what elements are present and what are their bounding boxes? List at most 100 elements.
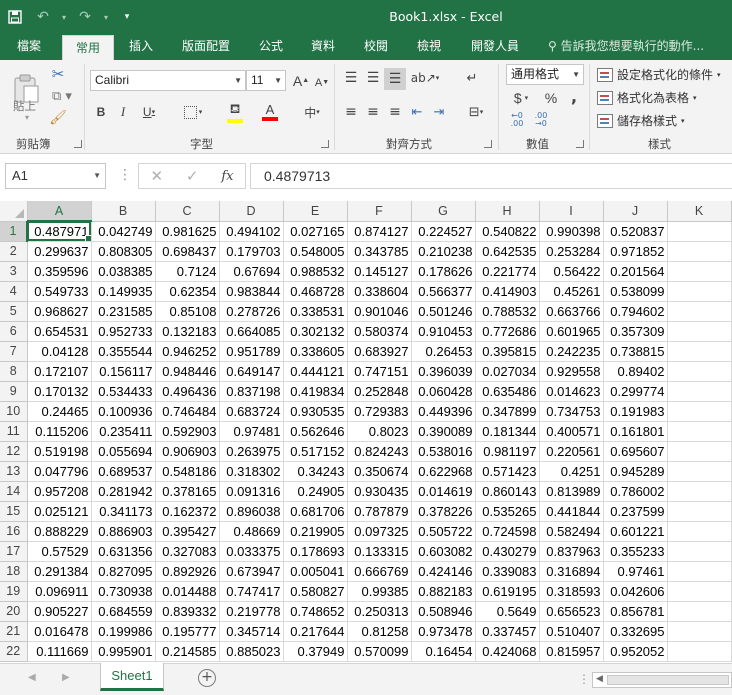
cell-j18[interactable]: 0.97461 (603, 561, 668, 582)
cell-k22[interactable] (667, 641, 732, 662)
name-box[interactable]: A1 ▼ (5, 163, 106, 189)
cell-c15[interactable]: 0.162372 (155, 501, 220, 522)
cell-j4[interactable]: 0.538099 (603, 281, 668, 302)
cell-d18[interactable]: 0.673947 (219, 561, 284, 582)
merge-center-button[interactable]: ⊟ ▾ (462, 102, 490, 122)
cell-g7[interactable]: 0.26453 (411, 341, 476, 362)
column-header-k[interactable]: K (667, 201, 732, 222)
cell-b8[interactable]: 0.156117 (91, 361, 156, 382)
phonetic-button[interactable]: 中 ▾ (297, 102, 327, 122)
cell-i6[interactable]: 0.601965 (539, 321, 604, 342)
cell-f14[interactable]: 0.930435 (347, 481, 412, 502)
cell-j3[interactable]: 0.201564 (603, 261, 668, 282)
column-header-h[interactable]: H (475, 201, 540, 222)
column-header-d[interactable]: D (219, 201, 284, 222)
cell-d12[interactable]: 0.263975 (219, 441, 284, 462)
borders-button[interactable]: ▾ (178, 102, 208, 122)
font-launcher[interactable] (321, 140, 329, 148)
cell-h22[interactable]: 0.424068 (475, 641, 540, 662)
cell-d8[interactable]: 0.649147 (219, 361, 284, 382)
cell-g13[interactable]: 0.622968 (411, 461, 476, 482)
cell-k9[interactable] (667, 381, 732, 402)
cell-c7[interactable]: 0.946252 (155, 341, 220, 362)
cell-c3[interactable]: 0.7124 (155, 261, 220, 282)
cell-g15[interactable]: 0.378226 (411, 501, 476, 522)
cell-e21[interactable]: 0.217644 (283, 621, 348, 642)
cell-g12[interactable]: 0.538016 (411, 441, 476, 462)
tab-page-layout[interactable]: 版面配置 (172, 34, 240, 60)
cell-i1[interactable]: 0.990398 (539, 221, 604, 242)
cell-f7[interactable]: 0.683927 (347, 341, 412, 362)
row-header[interactable]: 18 (0, 561, 28, 582)
cell-k11[interactable] (667, 421, 732, 442)
cell-f2[interactable]: 0.343785 (347, 241, 412, 262)
orientation-button[interactable]: ab↗ ▾ (410, 68, 440, 88)
cut-button[interactable]: ✂ (48, 64, 68, 84)
row-header[interactable]: 4 (0, 281, 28, 302)
row-header[interactable]: 2 (0, 241, 28, 262)
cell-k8[interactable] (667, 361, 732, 382)
cell-h14[interactable]: 0.860143 (475, 481, 540, 502)
cell-c20[interactable]: 0.839332 (155, 601, 220, 622)
cell-a12[interactable]: 0.519198 (27, 441, 92, 462)
cell-e14[interactable]: 0.24905 (283, 481, 348, 502)
cell-e4[interactable]: 0.468728 (283, 281, 348, 302)
row-header[interactable]: 19 (0, 581, 28, 602)
cell-c2[interactable]: 0.698437 (155, 241, 220, 262)
cell-i12[interactable]: 0.220561 (539, 441, 604, 462)
cell-j10[interactable]: 0.191983 (603, 401, 668, 422)
row-header[interactable]: 13 (0, 461, 28, 482)
cell-d20[interactable]: 0.219778 (219, 601, 284, 622)
cell-h2[interactable]: 0.642535 (475, 241, 540, 262)
row-header[interactable]: 17 (0, 541, 28, 562)
cell-g17[interactable]: 0.603082 (411, 541, 476, 562)
font-size-combo[interactable]: 11 ▼ (246, 70, 286, 91)
cell-i3[interactable]: 0.56422 (539, 261, 604, 282)
cell-j1[interactable]: 0.520837 (603, 221, 668, 242)
cell-g3[interactable]: 0.178626 (411, 261, 476, 282)
tab-insert[interactable]: 插入 (118, 34, 164, 60)
cell-f18[interactable]: 0.666769 (347, 561, 412, 582)
cell-h10[interactable]: 0.347899 (475, 401, 540, 422)
cell-j11[interactable]: 0.161801 (603, 421, 668, 442)
cell-h15[interactable]: 0.535265 (475, 501, 540, 522)
cell-f20[interactable]: 0.250313 (347, 601, 412, 622)
cell-j15[interactable]: 0.237599 (603, 501, 668, 522)
tab-splitter[interactable]: ⋮ (578, 672, 590, 686)
cell-a2[interactable]: 0.299637 (27, 241, 92, 262)
cell-h17[interactable]: 0.430279 (475, 541, 540, 562)
cell-c13[interactable]: 0.548186 (155, 461, 220, 482)
cell-d9[interactable]: 0.837198 (219, 381, 284, 402)
cell-j5[interactable]: 0.794602 (603, 301, 668, 322)
row-header[interactable]: 5 (0, 301, 28, 322)
cell-g20[interactable]: 0.508946 (411, 601, 476, 622)
cell-a19[interactable]: 0.096911 (27, 581, 92, 602)
cell-k19[interactable] (667, 581, 732, 602)
cell-j13[interactable]: 0.945289 (603, 461, 668, 482)
cell-d4[interactable]: 0.983844 (219, 281, 284, 302)
cell-h8[interactable]: 0.027034 (475, 361, 540, 382)
number-format-combo[interactable]: 通用格式 ▼ (506, 64, 584, 85)
cell-k17[interactable] (667, 541, 732, 562)
cell-e1[interactable]: 0.027165 (283, 221, 348, 242)
row-header[interactable]: 16 (0, 521, 28, 542)
cell-c18[interactable]: 0.892926 (155, 561, 220, 582)
cell-a13[interactable]: 0.047796 (27, 461, 92, 482)
cell-h18[interactable]: 0.339083 (475, 561, 540, 582)
sheet-tab[interactable]: Sheet1 (100, 663, 164, 691)
cell-d17[interactable]: 0.033375 (219, 541, 284, 562)
row-header[interactable]: 8 (0, 361, 28, 382)
insert-function-button[interactable]: fx (221, 169, 233, 184)
cell-f17[interactable]: 0.133315 (347, 541, 412, 562)
font-color-button[interactable]: A (255, 100, 285, 124)
cell-b11[interactable]: 0.235411 (91, 421, 156, 442)
cell-c19[interactable]: 0.014488 (155, 581, 220, 602)
add-sheet-button[interactable]: + (198, 669, 216, 687)
cell-e15[interactable]: 0.681706 (283, 501, 348, 522)
comma-button[interactable]: , (566, 86, 582, 106)
format-as-table-button[interactable]: 格式化為表格 ▾ (597, 89, 697, 106)
clipboard-launcher[interactable] (74, 140, 82, 148)
cell-g18[interactable]: 0.424146 (411, 561, 476, 582)
row-header[interactable]: 20 (0, 601, 28, 622)
cell-g8[interactable]: 0.396039 (411, 361, 476, 382)
